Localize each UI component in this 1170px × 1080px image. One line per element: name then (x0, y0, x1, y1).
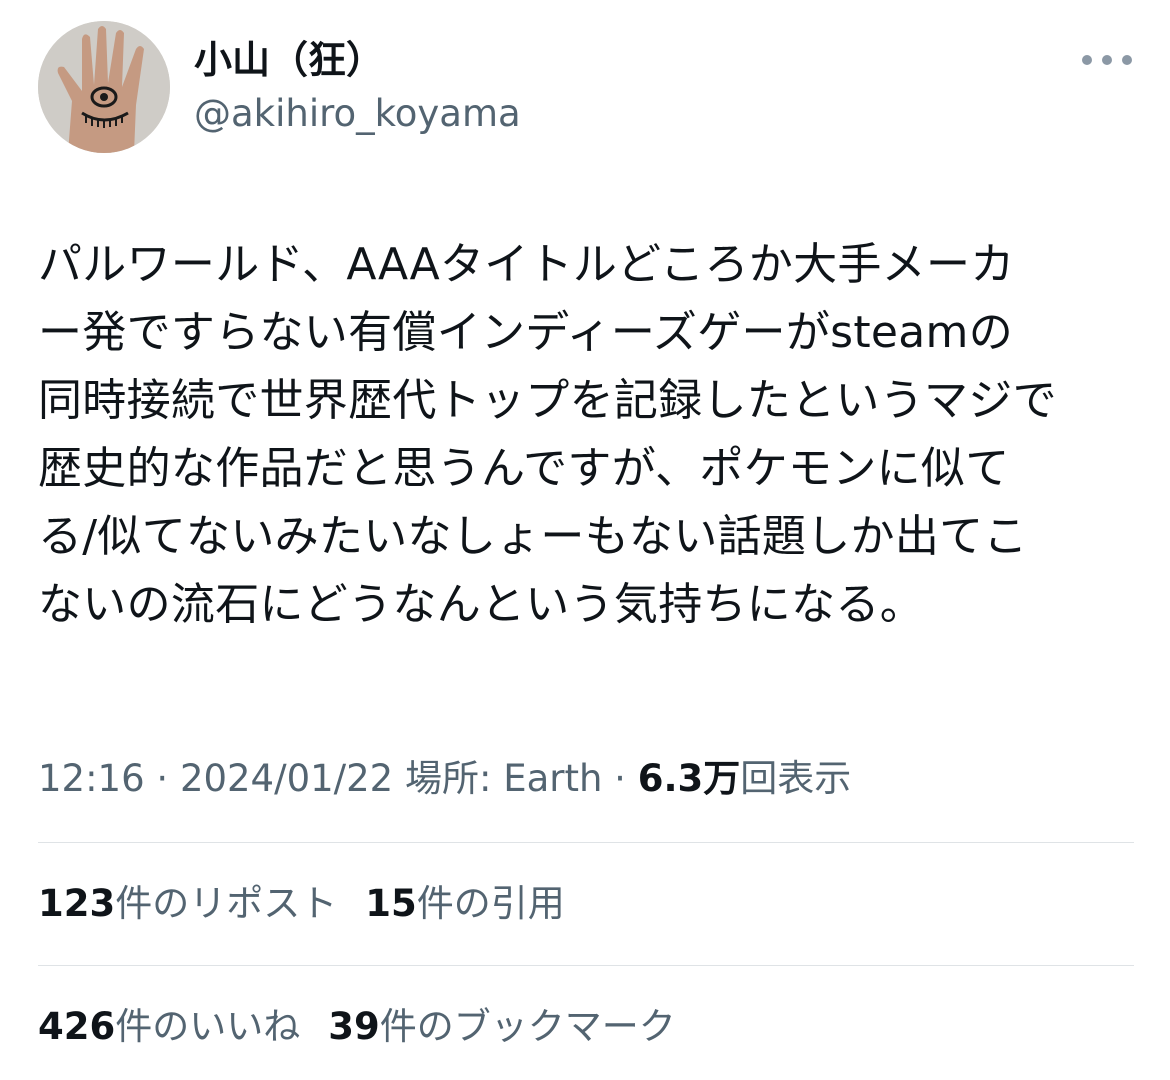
views-count: 6.3万 (637, 757, 741, 800)
bookmarks-label: 件のブックマーク (379, 1005, 676, 1048)
divider (38, 842, 1134, 843)
stats-row-reposts: 123件のリポスト 15件の引用 (38, 879, 593, 929)
reposts-label: 件のリポスト (115, 882, 338, 925)
more-horizontal-icon (1082, 55, 1092, 65)
display-name[interactable]: 小山（狂） (194, 36, 384, 84)
meta-separator: · (602, 757, 638, 800)
avatar[interactable] (38, 21, 170, 153)
stats-row-likes: 426件のいいね 39件のブックマーク (38, 1002, 704, 1052)
meta-separator: · (144, 757, 180, 800)
tweet-date[interactable]: 2024/01/22 (180, 757, 393, 800)
more-options-button[interactable] (1082, 44, 1132, 76)
bookmarks-stat[interactable]: 39件のブックマーク (328, 1002, 676, 1052)
more-horizontal-icon-dot (1102, 55, 1112, 65)
likes-count: 426 (38, 1005, 116, 1048)
quotes-stat[interactable]: 15件の引用 (365, 879, 565, 929)
views-label: 回表示 (740, 757, 852, 800)
quotes-label: 件の引用 (416, 882, 565, 925)
tweet-meta: 12:16 · 2024/01/22 場所: Earth · 6.3万回表示 (38, 754, 851, 804)
more-horizontal-icon-dot (1122, 55, 1132, 65)
reposts-count: 123 (38, 882, 116, 925)
likes-stat[interactable]: 426件のいいね (38, 1002, 300, 1052)
tweet-text: パルワールド、AAAタイトルどころか大手メーカ ー発ですらない有償インディーズゲ… (38, 239, 1057, 630)
hand-with-eye-avatar-icon (38, 21, 170, 153)
likes-label: 件のいいね (115, 1005, 301, 1048)
user-handle[interactable]: @akihiro_koyama (194, 90, 521, 138)
reposts-stat[interactable]: 123件のリポスト (38, 879, 337, 929)
divider (38, 965, 1134, 966)
tweet-location[interactable]: 場所: Earth (393, 757, 602, 800)
tweet-time[interactable]: 12:16 (38, 757, 145, 800)
bookmarks-count: 39 (328, 1005, 380, 1048)
quotes-count: 15 (365, 882, 417, 925)
